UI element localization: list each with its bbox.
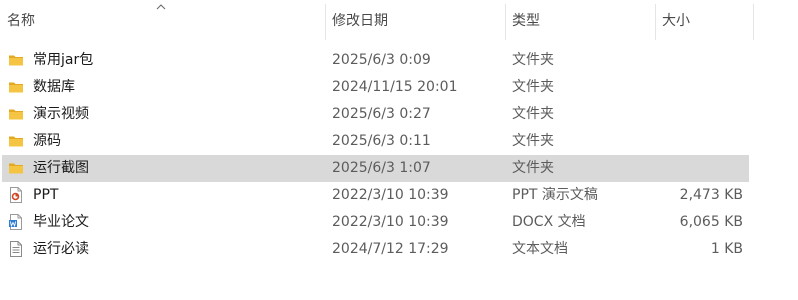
file-size: 2,473 KB: [679, 187, 743, 203]
folder-icon: [8, 128, 24, 155]
file-explorer: 名称 修改日期 类型 大小 常用jar包 2025/6/3 0:09 文件夹 数据库 2…: [0, 0, 798, 300]
text-file-icon: [8, 236, 24, 263]
file-type: 文件夹: [512, 52, 554, 68]
file-size: 6,065 KB: [679, 214, 743, 230]
column-header: 名称 修改日期 类型 大小: [0, 0, 798, 41]
file-name: 毕业论文: [33, 214, 89, 230]
column-header-name[interactable]: 名称: [0, 0, 325, 41]
ppt-file-icon: [8, 182, 24, 209]
file-name: 运行截图: [33, 160, 89, 176]
folder-icon: [8, 74, 24, 101]
file-type: 文件夹: [512, 106, 554, 122]
file-name: 数据库: [33, 79, 75, 95]
column-header-type[interactable]: 类型: [505, 0, 655, 41]
file-name: PPT: [33, 187, 59, 203]
file-date-modified: 2025/6/3 1:07: [332, 160, 431, 176]
file-row[interactable]: 源码 2025/6/3 0:11 文件夹: [2, 128, 749, 155]
column-header-date[interactable]: 修改日期: [325, 0, 505, 41]
file-name: 运行必读: [33, 241, 89, 257]
file-row[interactable]: PPT 2022/3/10 10:39 PPT 演示文稿 2,473 KB: [2, 182, 749, 209]
file-row[interactable]: 运行截图 2025/6/3 1:07 文件夹: [2, 155, 749, 182]
column-divider[interactable]: [753, 4, 754, 40]
file-date-modified: 2025/6/3 0:11: [332, 133, 431, 149]
file-type: PPT 演示文稿: [512, 187, 598, 203]
word-file-icon: [8, 209, 24, 236]
file-name: 常用jar包: [33, 52, 94, 68]
file-type: 文本文档: [512, 241, 568, 257]
file-date-modified: 2025/6/3 0:27: [332, 106, 431, 122]
file-date-modified: 2022/3/10 10:39: [332, 187, 449, 203]
file-date-modified: 2025/6/3 0:09: [332, 52, 431, 68]
file-name: 源码: [33, 133, 61, 149]
column-header-size[interactable]: 大小: [655, 0, 753, 41]
folder-icon: [8, 155, 24, 182]
file-date-modified: 2022/3/10 10:39: [332, 214, 449, 230]
file-size: 1 KB: [710, 241, 743, 257]
file-type: 文件夹: [512, 79, 554, 95]
file-date-modified: 2024/7/12 17:29: [332, 241, 449, 257]
folder-icon: [8, 47, 24, 74]
file-type: DOCX 文档: [512, 214, 586, 230]
file-row[interactable]: 演示视频 2025/6/3 0:27 文件夹: [2, 101, 749, 128]
file-name: 演示视频: [33, 106, 89, 122]
file-type: 文件夹: [512, 160, 554, 176]
file-row[interactable]: 常用jar包 2025/6/3 0:09 文件夹: [2, 47, 749, 74]
file-row[interactable]: 毕业论文 2022/3/10 10:39 DOCX 文档 6,065 KB: [2, 209, 749, 236]
file-type: 文件夹: [512, 133, 554, 149]
file-row[interactable]: 运行必读 2024/7/12 17:29 文本文档 1 KB: [2, 236, 749, 263]
folder-icon: [8, 101, 24, 128]
file-row[interactable]: 数据库 2024/11/15 20:01 文件夹: [2, 74, 749, 101]
file-date-modified: 2024/11/15 20:01: [332, 79, 458, 95]
